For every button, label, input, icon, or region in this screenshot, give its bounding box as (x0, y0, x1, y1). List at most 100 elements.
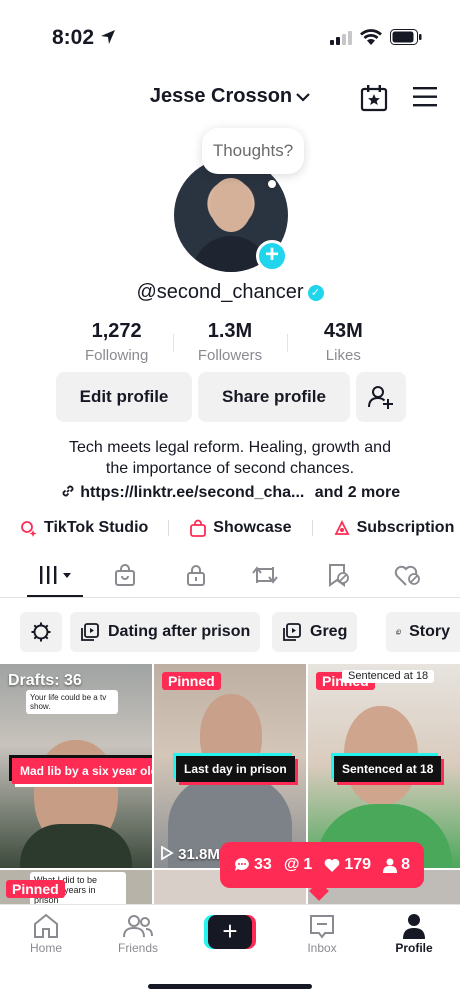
status-bar: 8:02 (0, 0, 460, 70)
video-caption: Last day in prison (176, 756, 295, 782)
verified-check-icon: ✓ (307, 285, 324, 301)
comments-value: 33 (254, 856, 272, 873)
bio-line: Tech meets legal reform. Healing, growth… (69, 439, 391, 456)
view-count-value: 31.8M (178, 846, 220, 863)
thoughts-bubble-tail (268, 180, 276, 188)
content-tabs (0, 556, 460, 598)
subscription-link[interactable]: Subscription (333, 519, 455, 537)
at-icon: @ (283, 856, 300, 873)
tab-shop[interactable] (109, 562, 141, 588)
gear-icon (31, 622, 51, 642)
stat-label: Followers (197, 347, 263, 364)
home-indicator (148, 984, 312, 989)
likes-count: 179 (324, 856, 371, 874)
comment-icon (235, 858, 249, 871)
shop-bag-icon (190, 519, 207, 537)
active-tab-indicator (27, 595, 83, 597)
edit-profile-button[interactable]: Edit profile (56, 372, 192, 422)
comments-count: 33 (234, 856, 272, 874)
nav-label: Friends (117, 941, 158, 955)
thoughts-bubble[interactable]: Thoughts? (202, 128, 304, 174)
inbox-icon (310, 915, 334, 939)
stat-likes[interactable]: 43M Likes (286, 320, 400, 366)
comment-sticker: Sentenced at 18 (342, 670, 435, 683)
collections-row: Dating after prison Greg Story (0, 612, 460, 654)
comment-sticker: Your life could be a tv show. (26, 690, 118, 714)
tool-label: Subscription (356, 519, 455, 536)
battery-icon (390, 29, 422, 45)
tool-label: TikTok Studio (44, 519, 149, 536)
home-icon (34, 913, 58, 938)
profile-icon (403, 914, 425, 939)
profile-link-row[interactable]: https://linktr.ee/second_cha... and 2 mo… (0, 483, 460, 502)
bio-line: the importance of second chances. (105, 460, 355, 477)
video-thumbnail[interactable]: Pinned Sentenced at 18 Sentenced at 18 (308, 664, 460, 868)
stat-value: 1,272 (91, 320, 142, 342)
stat-followers[interactable]: 1.3M Followers (173, 320, 286, 366)
add-person-icon (368, 386, 393, 409)
mentions-count: @ 1 (284, 856, 313, 874)
divider (168, 520, 170, 536)
shop-bag-icon (115, 564, 135, 586)
chevron-down-icon (296, 92, 310, 102)
profile-display-name: Jesse Crosson (149, 85, 293, 107)
tool-label: Showcase (213, 519, 292, 536)
profile-link[interactable]: https://linktr.ee/second_cha... (80, 484, 304, 501)
playlist-icon (396, 629, 401, 635)
collection-chip[interactable]: Story (386, 612, 460, 652)
profile-handle-row: @second_chancer ✓ (0, 281, 460, 304)
followers-count: 8 (383, 856, 410, 874)
create-button[interactable]: + (204, 915, 256, 949)
video-thumbnail[interactable]: Pinned Last day in prison 31.8M (154, 664, 306, 868)
collection-label: Dating after prison (108, 623, 251, 640)
tab-reposts[interactable] (249, 562, 281, 588)
nav-label: Home (29, 941, 62, 955)
nav-friends[interactable]: Friends (103, 911, 173, 955)
drafts-count: Drafts: 36 (8, 672, 82, 689)
cellular-signal-icon (330, 31, 352, 45)
nav-inbox[interactable]: Inbox (287, 911, 357, 955)
video-thumbnail-drafts[interactable]: Drafts: 36 Your life could be a tv show.… (0, 664, 152, 868)
wifi-icon (360, 29, 382, 45)
tab-videos[interactable] (38, 562, 74, 588)
tab-private[interactable] (180, 562, 212, 588)
tab-liked[interactable] (392, 562, 424, 588)
tiktok-studio-link[interactable]: TikTok Studio (20, 519, 148, 537)
collection-chip[interactable]: Greg (272, 612, 358, 652)
calendar-star-icon[interactable] (360, 84, 388, 112)
plus-icon: + (208, 915, 252, 949)
tab-saved[interactable] (322, 562, 354, 588)
video-thumbnail[interactable]: What I did to be d to 32 years in prison… (0, 870, 152, 904)
stat-following[interactable]: 1,272 Following (60, 320, 173, 366)
nav-home[interactable]: Home (11, 911, 81, 955)
share-profile-button[interactable]: Share profile (198, 372, 350, 422)
profile-stats: 1,272 Following 1.3M Followers 43M Likes (60, 320, 400, 366)
view-count: 31.8M (160, 845, 220, 863)
heart-icon (324, 858, 340, 872)
play-outline-icon (161, 845, 174, 861)
nav-profile[interactable]: Profile (379, 911, 449, 955)
profile-bio: Tech meets legal reform. Healing, growth… (0, 437, 460, 479)
videos-grid-icon (40, 566, 71, 584)
showcase-link[interactable]: Showcase (189, 519, 292, 537)
more-links[interactable]: and 2 more (315, 484, 400, 501)
repost-icon (252, 566, 278, 584)
add-story-plus-icon[interactable]: + (256, 240, 288, 272)
stat-label: Following (84, 347, 149, 364)
collection-settings-chip[interactable] (20, 612, 62, 652)
activity-notification[interactable]: 33 @ 1 179 8 (220, 842, 424, 888)
account-switcher[interactable]: Jesse Crosson (150, 85, 310, 108)
playlist-icon (81, 623, 99, 641)
status-time: 8:02 (52, 26, 95, 49)
add-friend-button[interactable] (356, 372, 406, 422)
pinned-badge: Pinned (162, 672, 221, 690)
bookmark-hidden-icon (329, 564, 349, 587)
collection-label: Greg (310, 623, 348, 640)
stat-label: Likes (325, 347, 361, 364)
collection-chip[interactable]: Dating after prison (70, 612, 261, 652)
collection-label: Story (409, 623, 450, 640)
video-caption: Mad lib by a six year old (12, 758, 152, 784)
profile-header: Jesse Crosson (0, 82, 460, 114)
playlist-icon (283, 623, 301, 641)
menu-icon[interactable] (412, 86, 438, 108)
